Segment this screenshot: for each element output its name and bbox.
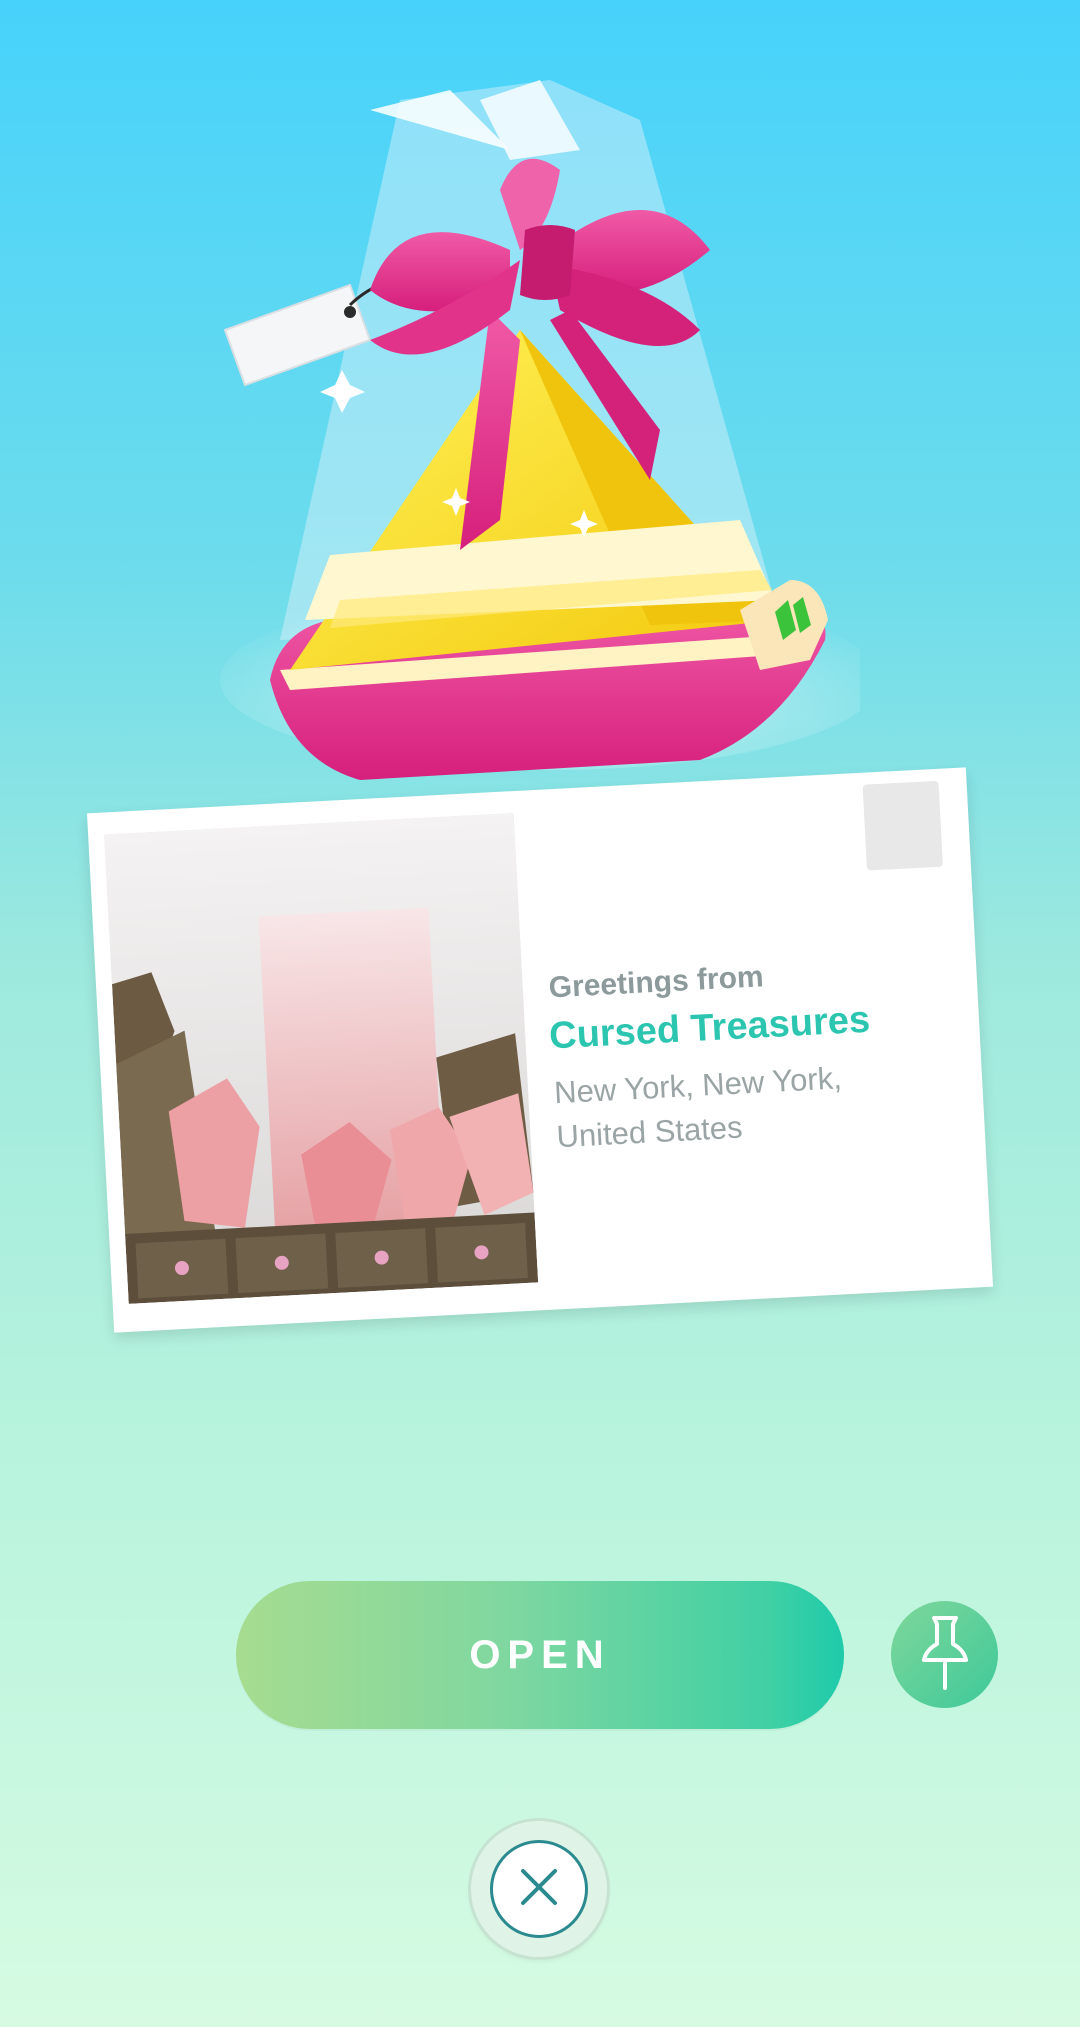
poi-location: New York, New York, United States xyxy=(553,1060,843,1155)
pin-button[interactable] xyxy=(891,1601,998,1708)
close-button-inner xyxy=(490,1840,588,1938)
postcard-photo xyxy=(104,813,539,1304)
close-button[interactable] xyxy=(471,1821,607,1957)
postcard-stamp xyxy=(862,780,943,871)
open-button[interactable]: OPEN xyxy=(236,1581,844,1729)
open-button-label: OPEN xyxy=(469,1633,611,1677)
greeting-text: Greetings from xyxy=(547,960,765,1005)
gift-image xyxy=(220,80,880,800)
postcard: Greetings from Cursed Treasures New York… xyxy=(86,767,994,1333)
close-icon xyxy=(519,1867,559,1912)
pin-icon xyxy=(920,1612,970,1697)
poi-name: Cursed Treasures xyxy=(548,998,872,1058)
